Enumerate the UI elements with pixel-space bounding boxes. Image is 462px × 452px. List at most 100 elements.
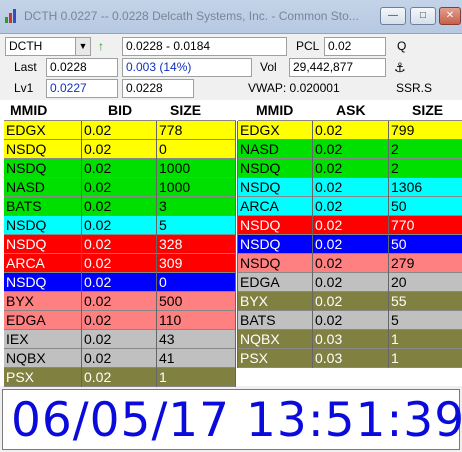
ask-row[interactable]: EDGA 0.02 20 xyxy=(238,273,462,292)
window-title: DCTH 0.0227 -- 0.0228 Delcath Systems, I… xyxy=(24,9,359,23)
bid-row[interactable]: BYX 0.02 500 xyxy=(4,292,236,311)
bid-price-cell: 0.02 xyxy=(82,216,157,235)
day-range-field: 0.0228 - 0.0184 xyxy=(122,37,287,56)
ask-mmid-cell: NQBX xyxy=(238,330,313,349)
bid-mmid-cell: BYX xyxy=(4,292,82,311)
ask-row[interactable]: PSX 0.03 1 xyxy=(238,349,462,368)
vol-label: Vol xyxy=(260,60,277,74)
bid-row[interactable]: IEX 0.02 43 xyxy=(4,330,236,349)
ask-row[interactable]: NSDQ 0.02 770 xyxy=(238,216,462,235)
ask-row[interactable]: NSDQ 0.02 279 xyxy=(238,254,462,273)
bid-size-cell: 309 xyxy=(157,254,236,273)
ask-mmid-cell: NSDQ xyxy=(238,159,313,178)
bid-size-header: SIZE xyxy=(170,102,202,118)
ask-row[interactable]: NSDQ 0.02 2 xyxy=(238,159,462,178)
chevron-down-icon[interactable]: ▼ xyxy=(75,38,90,55)
bid-mmid-cell: NSDQ xyxy=(4,216,82,235)
ask-row[interactable]: NQBX 0.03 1 xyxy=(238,330,462,349)
ask-size-cell: 55 xyxy=(389,292,462,311)
ask-mmid-cell: NSDQ xyxy=(238,254,313,273)
ask-row[interactable]: BYX 0.02 55 xyxy=(238,292,462,311)
bid-row[interactable]: BATS 0.02 3 xyxy=(4,197,236,216)
vwap-label: VWAP: 0.020001 xyxy=(248,81,340,95)
ask-size-cell: 799 xyxy=(389,121,462,140)
ask-size-cell: 50 xyxy=(389,235,462,254)
title-bar[interactable]: DCTH 0.0227 -- 0.0228 Delcath Systems, I… xyxy=(0,0,462,34)
pcl-field: 0.02 xyxy=(324,37,386,56)
level2-grid[interactable]: MMID BID SIZE MMID ASK SIZE EDGX 0.02 778 N… xyxy=(0,100,462,387)
bid-size-cell: 0 xyxy=(157,140,236,159)
ask-price-cell: 0.02 xyxy=(313,216,389,235)
bid-row[interactable]: EDGA 0.02 110 xyxy=(4,311,236,330)
ask-mmid-cell: PSX xyxy=(238,349,313,368)
ask-mmid-cell: EDGA xyxy=(238,273,313,292)
ask-book[interactable]: EDGX 0.02 799 NASD 0.02 2 NSDQ 0.02 2 NSDQ 0.02 130… xyxy=(237,121,462,368)
bid-size-cell: 110 xyxy=(157,311,236,330)
bid-row[interactable]: PSX 0.02 1 xyxy=(4,368,236,387)
ask-row[interactable]: BATS 0.02 5 xyxy=(238,311,462,330)
close-button[interactable]: ✕ xyxy=(439,7,461,25)
ask-header: MMID ASK SIZE xyxy=(238,100,462,121)
ask-mmid-cell: ARCA xyxy=(238,197,313,216)
ask-mmid-header: MMID xyxy=(256,102,294,118)
ask-size-cell: 5 xyxy=(389,311,462,330)
bid-row[interactable]: NSDQ 0.02 0 xyxy=(4,273,236,292)
clock-panel: 06/05/17 13:51:39 xyxy=(2,389,462,450)
chart-bars-icon xyxy=(5,9,19,23)
bid-mmid-cell: NSDQ xyxy=(4,235,82,254)
bid-row[interactable]: NSDQ 0.02 328 xyxy=(4,235,236,254)
bid-mmid-cell: NQBX xyxy=(4,349,82,368)
symbol-select[interactable]: DCTH ▼ xyxy=(5,37,91,56)
bid-price-cell: 0.02 xyxy=(82,330,157,349)
bid-row[interactable]: NSDQ 0.02 0 xyxy=(4,140,236,159)
ask-mmid-cell: EDGX xyxy=(238,121,313,140)
bid-header: MMID BID SIZE xyxy=(4,100,236,121)
bid-price-cell: 0.02 xyxy=(82,178,157,197)
ask-row[interactable]: NASD 0.02 2 xyxy=(238,140,462,159)
bid-size-cell: 778 xyxy=(157,121,236,140)
bid-mmid-cell: PSX xyxy=(4,368,82,387)
ask-row[interactable]: NSDQ 0.02 50 xyxy=(238,235,462,254)
ask-row[interactable]: NSDQ 0.02 1306 xyxy=(238,178,462,197)
bid-row[interactable]: NSDQ 0.02 1000 xyxy=(4,159,236,178)
lv1-ask-field: 0.0228 xyxy=(122,79,194,98)
ask-row[interactable]: EDGX 0.02 799 xyxy=(238,121,462,140)
ask-price-cell: 0.02 xyxy=(313,140,389,159)
minimize-button[interactable]: — xyxy=(380,7,406,25)
volume-field: 29,442,877 xyxy=(289,58,386,77)
ask-price-cell: 0.02 xyxy=(313,311,389,330)
ssr-label: SSR.S xyxy=(396,81,433,95)
bid-size-cell: 43 xyxy=(157,330,236,349)
ask-price-cell: 0.02 xyxy=(313,292,389,311)
last-label: Last xyxy=(14,60,37,74)
bid-row[interactable]: NQBX 0.02 41 xyxy=(4,349,236,368)
ask-row[interactable]: ARCA 0.02 50 xyxy=(238,197,462,216)
bid-size-cell: 5 xyxy=(157,216,236,235)
bid-row[interactable]: EDGX 0.02 778 xyxy=(4,121,236,140)
ask-mmid-cell: BATS xyxy=(238,311,313,330)
anchor-icon[interactable]: ⚓ xyxy=(394,59,406,76)
bid-mmid-cell: ARCA xyxy=(4,254,82,273)
ask-size-header: SIZE xyxy=(412,102,444,118)
bid-mmid-cell: IEX xyxy=(4,330,82,349)
ask-mmid-cell: NASD xyxy=(238,140,313,159)
ask-size-cell: 279 xyxy=(389,254,462,273)
bid-row[interactable]: NASD 0.02 1000 xyxy=(4,178,236,197)
bid-price-cell: 0.02 xyxy=(82,254,157,273)
bid-row[interactable]: NSDQ 0.02 5 xyxy=(4,216,236,235)
symbol-value: DCTH xyxy=(9,39,43,53)
q-label[interactable]: Q xyxy=(397,38,406,55)
ask-size-cell: 2 xyxy=(389,159,462,178)
bid-size-cell: 328 xyxy=(157,235,236,254)
bid-row[interactable]: ARCA 0.02 309 xyxy=(4,254,236,273)
ask-size-cell: 20 xyxy=(389,273,462,292)
bid-size-cell: 1000 xyxy=(157,178,236,197)
bid-size-cell: 0 xyxy=(157,273,236,292)
bid-book[interactable]: EDGX 0.02 778 NSDQ 0.02 0 NSDQ 0.02 1000 NASD 0.02… xyxy=(4,121,236,387)
ask-price-cell: 0.02 xyxy=(313,178,389,197)
bid-price-cell: 0.02 xyxy=(82,311,157,330)
ask-mmid-cell: NSDQ xyxy=(238,235,313,254)
quote-header: DCTH ▼ ↑ 0.0228 - 0.0184 PCL 0.02 Q Last… xyxy=(0,34,462,100)
maximize-button[interactable]: □ xyxy=(410,7,436,25)
ask-size-cell: 50 xyxy=(389,197,462,216)
